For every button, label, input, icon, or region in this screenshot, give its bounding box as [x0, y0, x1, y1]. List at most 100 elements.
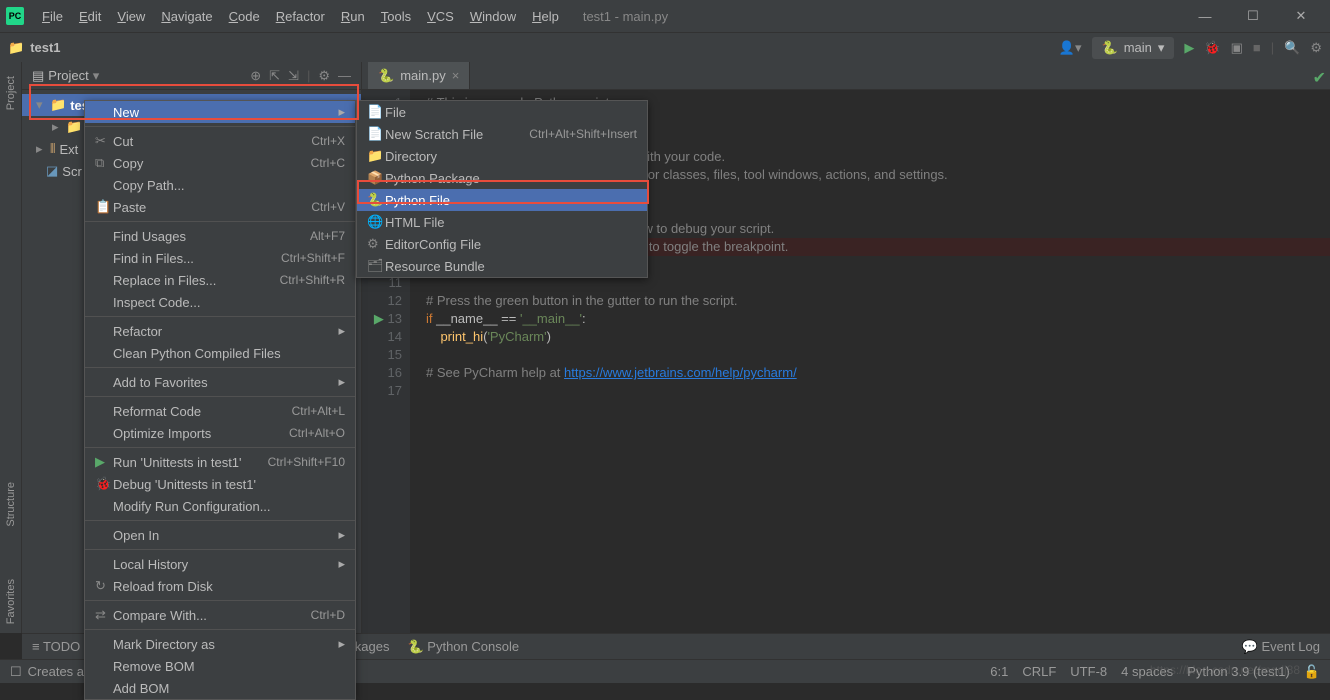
context-menu-item[interactable]: Copy Path...	[85, 174, 355, 196]
watermark: https://blog.csdn.net/mgdj88	[1150, 663, 1300, 677]
bottom-tab[interactable]: ≡ TODO	[32, 639, 80, 654]
gutter-line: 14	[362, 328, 402, 346]
context-menu-item[interactable]: Modify Run Configuration...	[85, 495, 355, 517]
menu-item[interactable]: View	[111, 5, 151, 28]
context-menu-item[interactable]: ⧉CopyCtrl+C	[85, 152, 355, 174]
gutter-line: 17	[362, 382, 402, 400]
gutter-line: 12	[362, 292, 402, 310]
project-tool-tab[interactable]: Project	[5, 70, 17, 116]
menu-item[interactable]: Help	[526, 5, 565, 28]
new-submenu-item[interactable]: 📄File	[357, 101, 647, 123]
menu-item[interactable]: File	[36, 5, 69, 28]
window-title: test1 - main.py	[583, 9, 668, 24]
title-bar: PC FileEditViewNavigateCodeRefactorRunTo…	[0, 0, 1330, 32]
context-menu-item[interactable]: Add to Favorites▸	[85, 371, 355, 393]
navigation-bar: 📁 test1 👤▾ 🐍 main ▾ ▶ 🐞 ▣ ■ | 🔍 ⚙	[0, 32, 1330, 62]
left-tool-strip: Project Structure Favorites	[0, 62, 22, 633]
new-submenu-item[interactable]: 📦Python Package	[357, 167, 647, 189]
close-icon[interactable]: ×	[452, 68, 460, 83]
dropdown-icon: ▾	[1158, 40, 1165, 56]
status-encoding[interactable]: UTF-8	[1070, 664, 1107, 679]
run-configuration[interactable]: 🐍 main ▾	[1092, 37, 1175, 59]
user-icon[interactable]: 👤▾	[1059, 40, 1082, 56]
run-config-label: main	[1124, 40, 1152, 55]
menu-item[interactable]: Code	[223, 5, 266, 28]
context-menu-item[interactable]: Mark Directory as▸	[85, 633, 355, 655]
context-menu-item[interactable]: ▶Run 'Unittests in test1'Ctrl+Shift+F10	[85, 451, 355, 473]
bottom-tab[interactable]: 🐍 Python Console	[407, 639, 519, 655]
stop-button[interactable]: ■	[1253, 40, 1261, 55]
project-panel-title: Project	[48, 68, 88, 83]
python-icon: 🐍	[1102, 40, 1118, 56]
new-submenu: 📄File📄New Scratch FileCtrl+Alt+Shift+Ins…	[356, 100, 648, 278]
favorites-tool-tab[interactable]: Favorites	[5, 573, 17, 630]
context-menu-item[interactable]: Inspect Code...	[85, 291, 355, 313]
editor-tab[interactable]: 🐍 main.py ×	[368, 62, 470, 89]
editor-tabs: 🐍 main.py ×	[362, 62, 1330, 90]
settings-icon[interactable]: ⚙	[1310, 40, 1322, 56]
inspection-ok-icon[interactable]: ✔	[1313, 68, 1326, 88]
run-button[interactable]: ▶	[1184, 40, 1194, 56]
tab-filename: main.py	[400, 68, 446, 83]
new-submenu-item[interactable]: 📁Directory	[357, 145, 647, 167]
context-menu-item[interactable]: Replace in Files...Ctrl+Shift+R	[85, 269, 355, 291]
context-menu-item[interactable]: Find in Files...Ctrl+Shift+F	[85, 247, 355, 269]
search-icon[interactable]: 🔍	[1284, 40, 1300, 56]
menu-item[interactable]: VCS	[421, 5, 460, 28]
collapse-icon[interactable]: ⇲	[288, 68, 299, 84]
status-position[interactable]: 6:1	[990, 664, 1008, 679]
folder-icon: 📁	[8, 40, 24, 56]
context-menu-item[interactable]: 📋PasteCtrl+V	[85, 196, 355, 218]
debug-button[interactable]: 🐞	[1204, 40, 1220, 56]
python-icon: 🐍	[378, 68, 394, 84]
tree-item-label: Ext	[59, 142, 78, 157]
close-button[interactable]: ✕	[1278, 0, 1324, 32]
menu-item[interactable]: Tools	[375, 5, 417, 28]
breadcrumb-project[interactable]: test1	[30, 40, 60, 55]
expand-icon[interactable]: ⇱	[269, 68, 280, 84]
status-hint-icon: ☐	[10, 664, 22, 680]
context-menu-item[interactable]: 🐞Debug 'Unittests in test1'	[85, 473, 355, 495]
context-menu-item[interactable]: Add BOM	[85, 677, 355, 699]
context-menu-item[interactable]: Open In▸	[85, 524, 355, 546]
new-submenu-item[interactable]: 🗂Resource Bundle	[357, 255, 647, 277]
context-menu-item[interactable]: Optimize ImportsCtrl+Alt+O	[85, 422, 355, 444]
pycharm-icon: PC	[6, 7, 24, 25]
menu-item[interactable]: Window	[464, 5, 522, 28]
gutter-line: ▶ 13	[362, 310, 402, 328]
menu-item[interactable]: Run	[335, 5, 371, 28]
tree-item-label: Scr	[62, 164, 82, 179]
context-menu: New▸ ✂CutCtrl+X⧉CopyCtrl+CCopy Path...📋Pa…	[84, 100, 356, 700]
context-menu-item[interactable]: Clean Python Compiled Files	[85, 342, 355, 364]
locate-icon[interactable]: ⊕	[250, 68, 261, 84]
context-menu-item[interactable]: Remove BOM	[85, 655, 355, 677]
context-menu-item[interactable]: Refactor▸	[85, 320, 355, 342]
context-menu-item[interactable]: ✂CutCtrl+X	[85, 130, 355, 152]
chevron-down-icon[interactable]: ▾	[93, 68, 100, 84]
new-submenu-item[interactable]: 🐍Python File	[357, 189, 647, 211]
context-menu-item[interactable]: ⇄Compare With...Ctrl+D	[85, 604, 355, 626]
lock-icon[interactable]: 🔓	[1304, 664, 1320, 680]
context-menu-item[interactable]: Find UsagesAlt+F7	[85, 225, 355, 247]
menu-item[interactable]: Refactor	[270, 5, 331, 28]
status-line-separator[interactable]: CRLF	[1022, 664, 1056, 679]
minimize-button[interactable]: —	[1182, 0, 1228, 32]
maximize-button[interactable]: ☐	[1230, 0, 1276, 32]
coverage-button[interactable]: ▣	[1231, 40, 1243, 56]
new-submenu-item[interactable]: 📄New Scratch FileCtrl+Alt+Shift+Insert	[357, 123, 647, 145]
window-controls: — ☐ ✕	[1182, 0, 1324, 32]
gear-icon[interactable]: ⚙	[318, 68, 330, 84]
structure-tool-tab[interactable]: Structure	[5, 476, 17, 533]
gutter-line: 16	[362, 364, 402, 382]
context-menu-item[interactable]: ↻Reload from Disk	[85, 575, 355, 597]
menu-item[interactable]: Navigate	[155, 5, 218, 28]
event-log-tab[interactable]: 💬 Event Log	[1242, 639, 1320, 655]
new-submenu-item[interactable]: ⚙EditorConfig File	[357, 233, 647, 255]
context-menu-item[interactable]: Reformat CodeCtrl+Alt+L	[85, 400, 355, 422]
new-submenu-item[interactable]: 🌐HTML File	[357, 211, 647, 233]
hide-icon[interactable]: —	[338, 68, 351, 84]
gutter-line: 15	[362, 346, 402, 364]
menu-item[interactable]: Edit	[73, 5, 107, 28]
context-menu-item[interactable]: New▸	[85, 101, 355, 123]
context-menu-item[interactable]: Local History▸	[85, 553, 355, 575]
